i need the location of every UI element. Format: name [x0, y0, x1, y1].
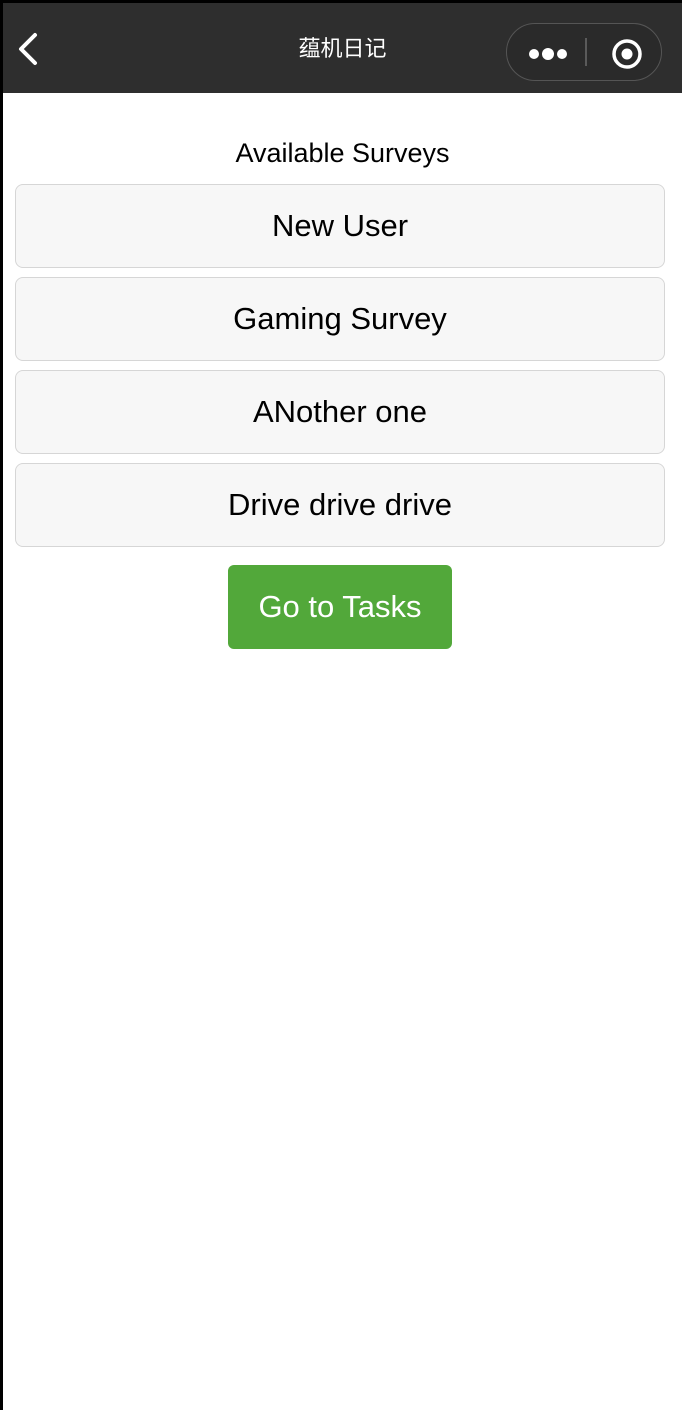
survey-button-new-user[interactable]: New User — [15, 184, 665, 268]
survey-button-gaming-survey[interactable]: Gaming Survey — [15, 277, 665, 361]
navigation-bar: 蕴机日记 — [3, 3, 682, 93]
section-heading: Available Surveys — [235, 138, 450, 168]
app-frame: 蕴机日记 Available Surveys New User Gaming S… — [0, 0, 682, 1410]
more-button[interactable] — [507, 24, 585, 79]
survey-button-drive-drive-drive[interactable]: Drive drive drive — [15, 463, 665, 547]
go-to-tasks-button[interactable]: Go to Tasks — [228, 565, 452, 649]
more-dots-icon — [529, 48, 567, 60]
close-button[interactable] — [587, 24, 661, 79]
main-content: Available Surveys New User Gaming Survey… — [3, 93, 682, 1410]
mini-program-capsule — [506, 23, 662, 81]
target-circle-icon — [612, 39, 642, 69]
survey-button-another-one[interactable]: ANother one — [15, 370, 665, 454]
